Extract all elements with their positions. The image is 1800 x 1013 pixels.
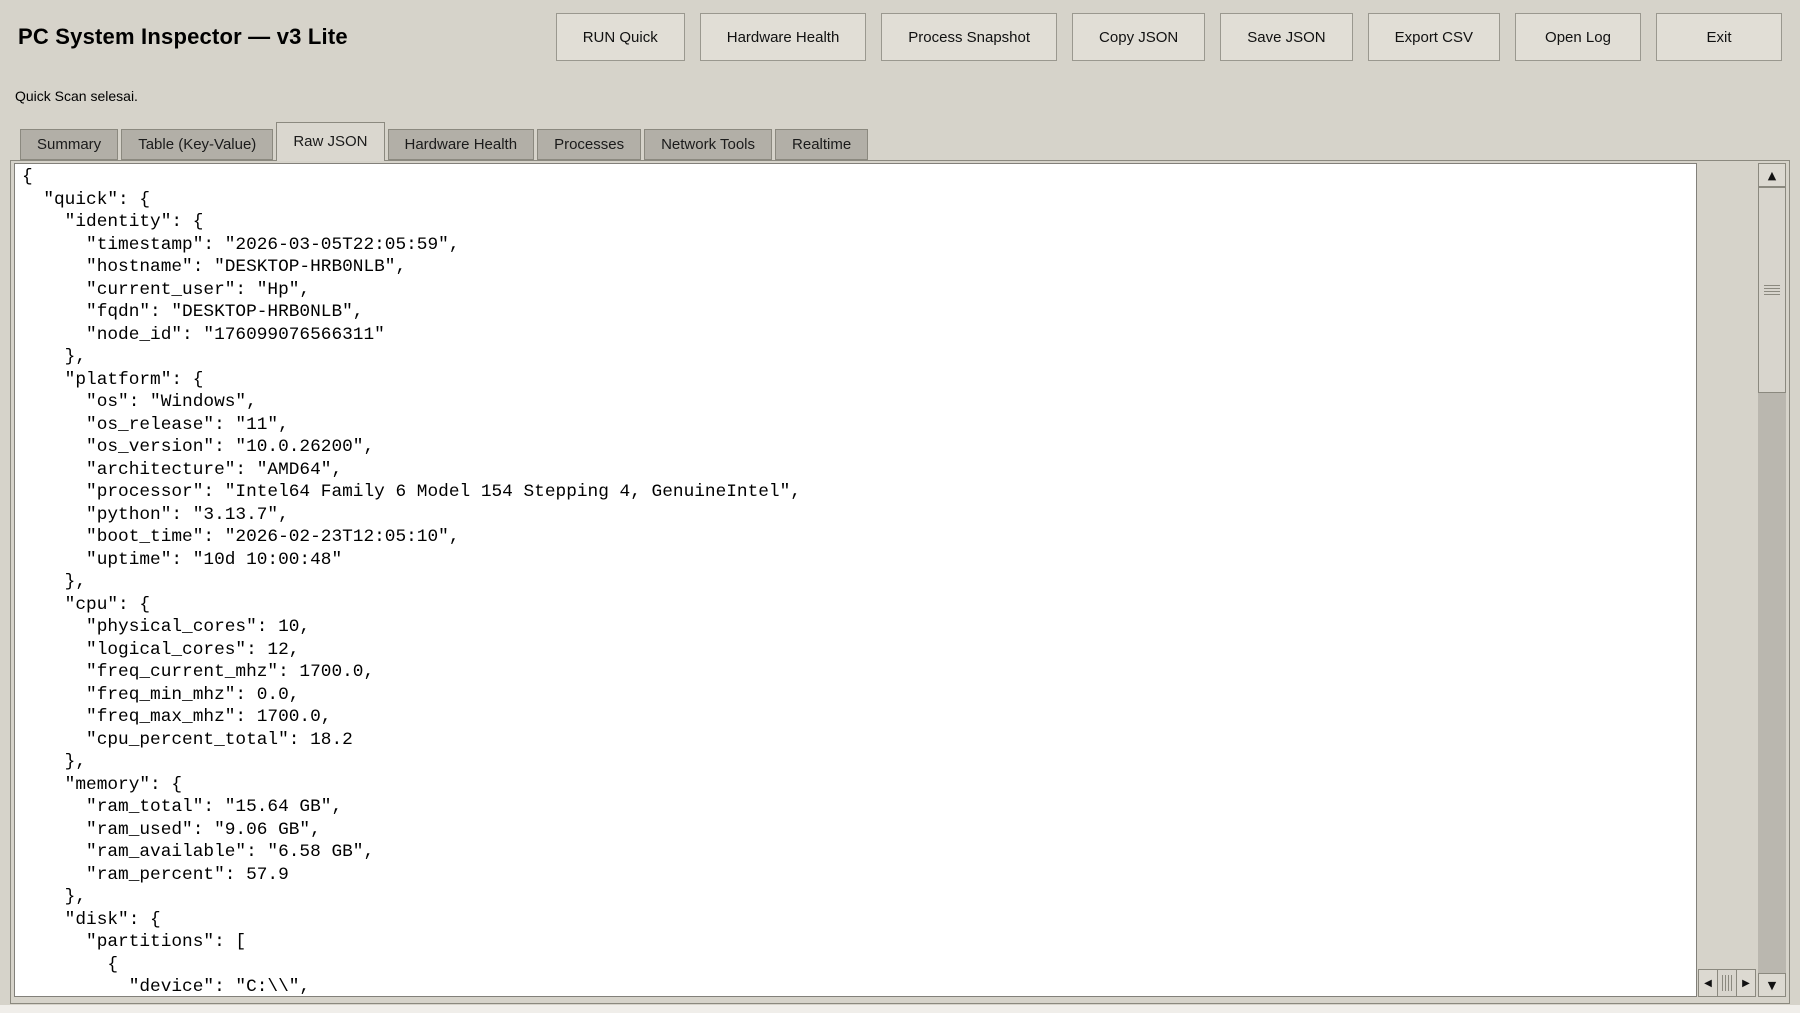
thumb-grip-icon xyxy=(1764,285,1780,296)
scroll-left-button[interactable]: ◀ xyxy=(1698,969,1718,997)
process-snapshot-button[interactable]: Process Snapshot xyxy=(881,13,1057,61)
notebook: Summary Table (Key-Value) Raw JSON Hardw… xyxy=(10,120,1790,1005)
up-arrow-icon: ▲ xyxy=(1768,169,1776,182)
left-arrow-icon: ◀ xyxy=(1704,978,1712,989)
toolbar: RUN Quick Hardware Health Process Snapsh… xyxy=(556,13,1782,61)
exit-button[interactable]: Exit xyxy=(1656,13,1782,61)
export-csv-button[interactable]: Export CSV xyxy=(1368,13,1500,61)
vertical-scrollbar[interactable]: ▲ ▼ xyxy=(1758,163,1786,997)
horizontal-scrollbar-thumb[interactable] xyxy=(1718,969,1736,997)
tab-processes[interactable]: Processes xyxy=(537,129,641,160)
raw-json-panel: { "quick": { "identity": { "timestamp": … xyxy=(10,160,1790,1004)
app-window: PC System Inspector — v3 Lite RUN Quick … xyxy=(0,0,1800,1005)
tab-hardware-health[interactable]: Hardware Health xyxy=(388,129,535,160)
raw-json-editor[interactable]: { "quick": { "identity": { "timestamp": … xyxy=(14,163,1697,997)
tab-realtime[interactable]: Realtime xyxy=(775,129,868,160)
raw-json-text: { "quick": { "identity": { "timestamp": … xyxy=(22,166,1696,997)
tab-table-key-value[interactable]: Table (Key-Value) xyxy=(121,129,273,160)
scroll-down-button[interactable]: ▼ xyxy=(1758,973,1786,997)
scroll-up-button[interactable]: ▲ xyxy=(1758,163,1786,187)
down-arrow-icon: ▼ xyxy=(1768,979,1776,992)
tab-raw-json[interactable]: Raw JSON xyxy=(276,122,384,161)
vertical-scrollbar-thumb[interactable] xyxy=(1758,187,1786,393)
tab-network-tools[interactable]: Network Tools xyxy=(644,129,772,160)
tab-summary[interactable]: Summary xyxy=(20,129,118,160)
tab-bar: Summary Table (Key-Value) Raw JSON Hardw… xyxy=(10,120,1790,160)
scroll-right-button[interactable]: ▶ xyxy=(1736,969,1756,997)
copy-json-button[interactable]: Copy JSON xyxy=(1072,13,1205,61)
thumb-grip-icon xyxy=(1722,975,1733,991)
open-log-button[interactable]: Open Log xyxy=(1515,13,1641,61)
save-json-button[interactable]: Save JSON xyxy=(1220,13,1352,61)
run-quick-button[interactable]: RUN Quick xyxy=(556,13,685,61)
status-text: Quick Scan selesai. xyxy=(15,88,138,104)
page-title: PC System Inspector — v3 Lite xyxy=(18,24,348,50)
horizontal-scrollbar[interactable]: ◀ ▶ xyxy=(1698,969,1756,997)
hardware-health-button[interactable]: Hardware Health xyxy=(700,13,867,61)
right-arrow-icon: ▶ xyxy=(1742,978,1750,989)
